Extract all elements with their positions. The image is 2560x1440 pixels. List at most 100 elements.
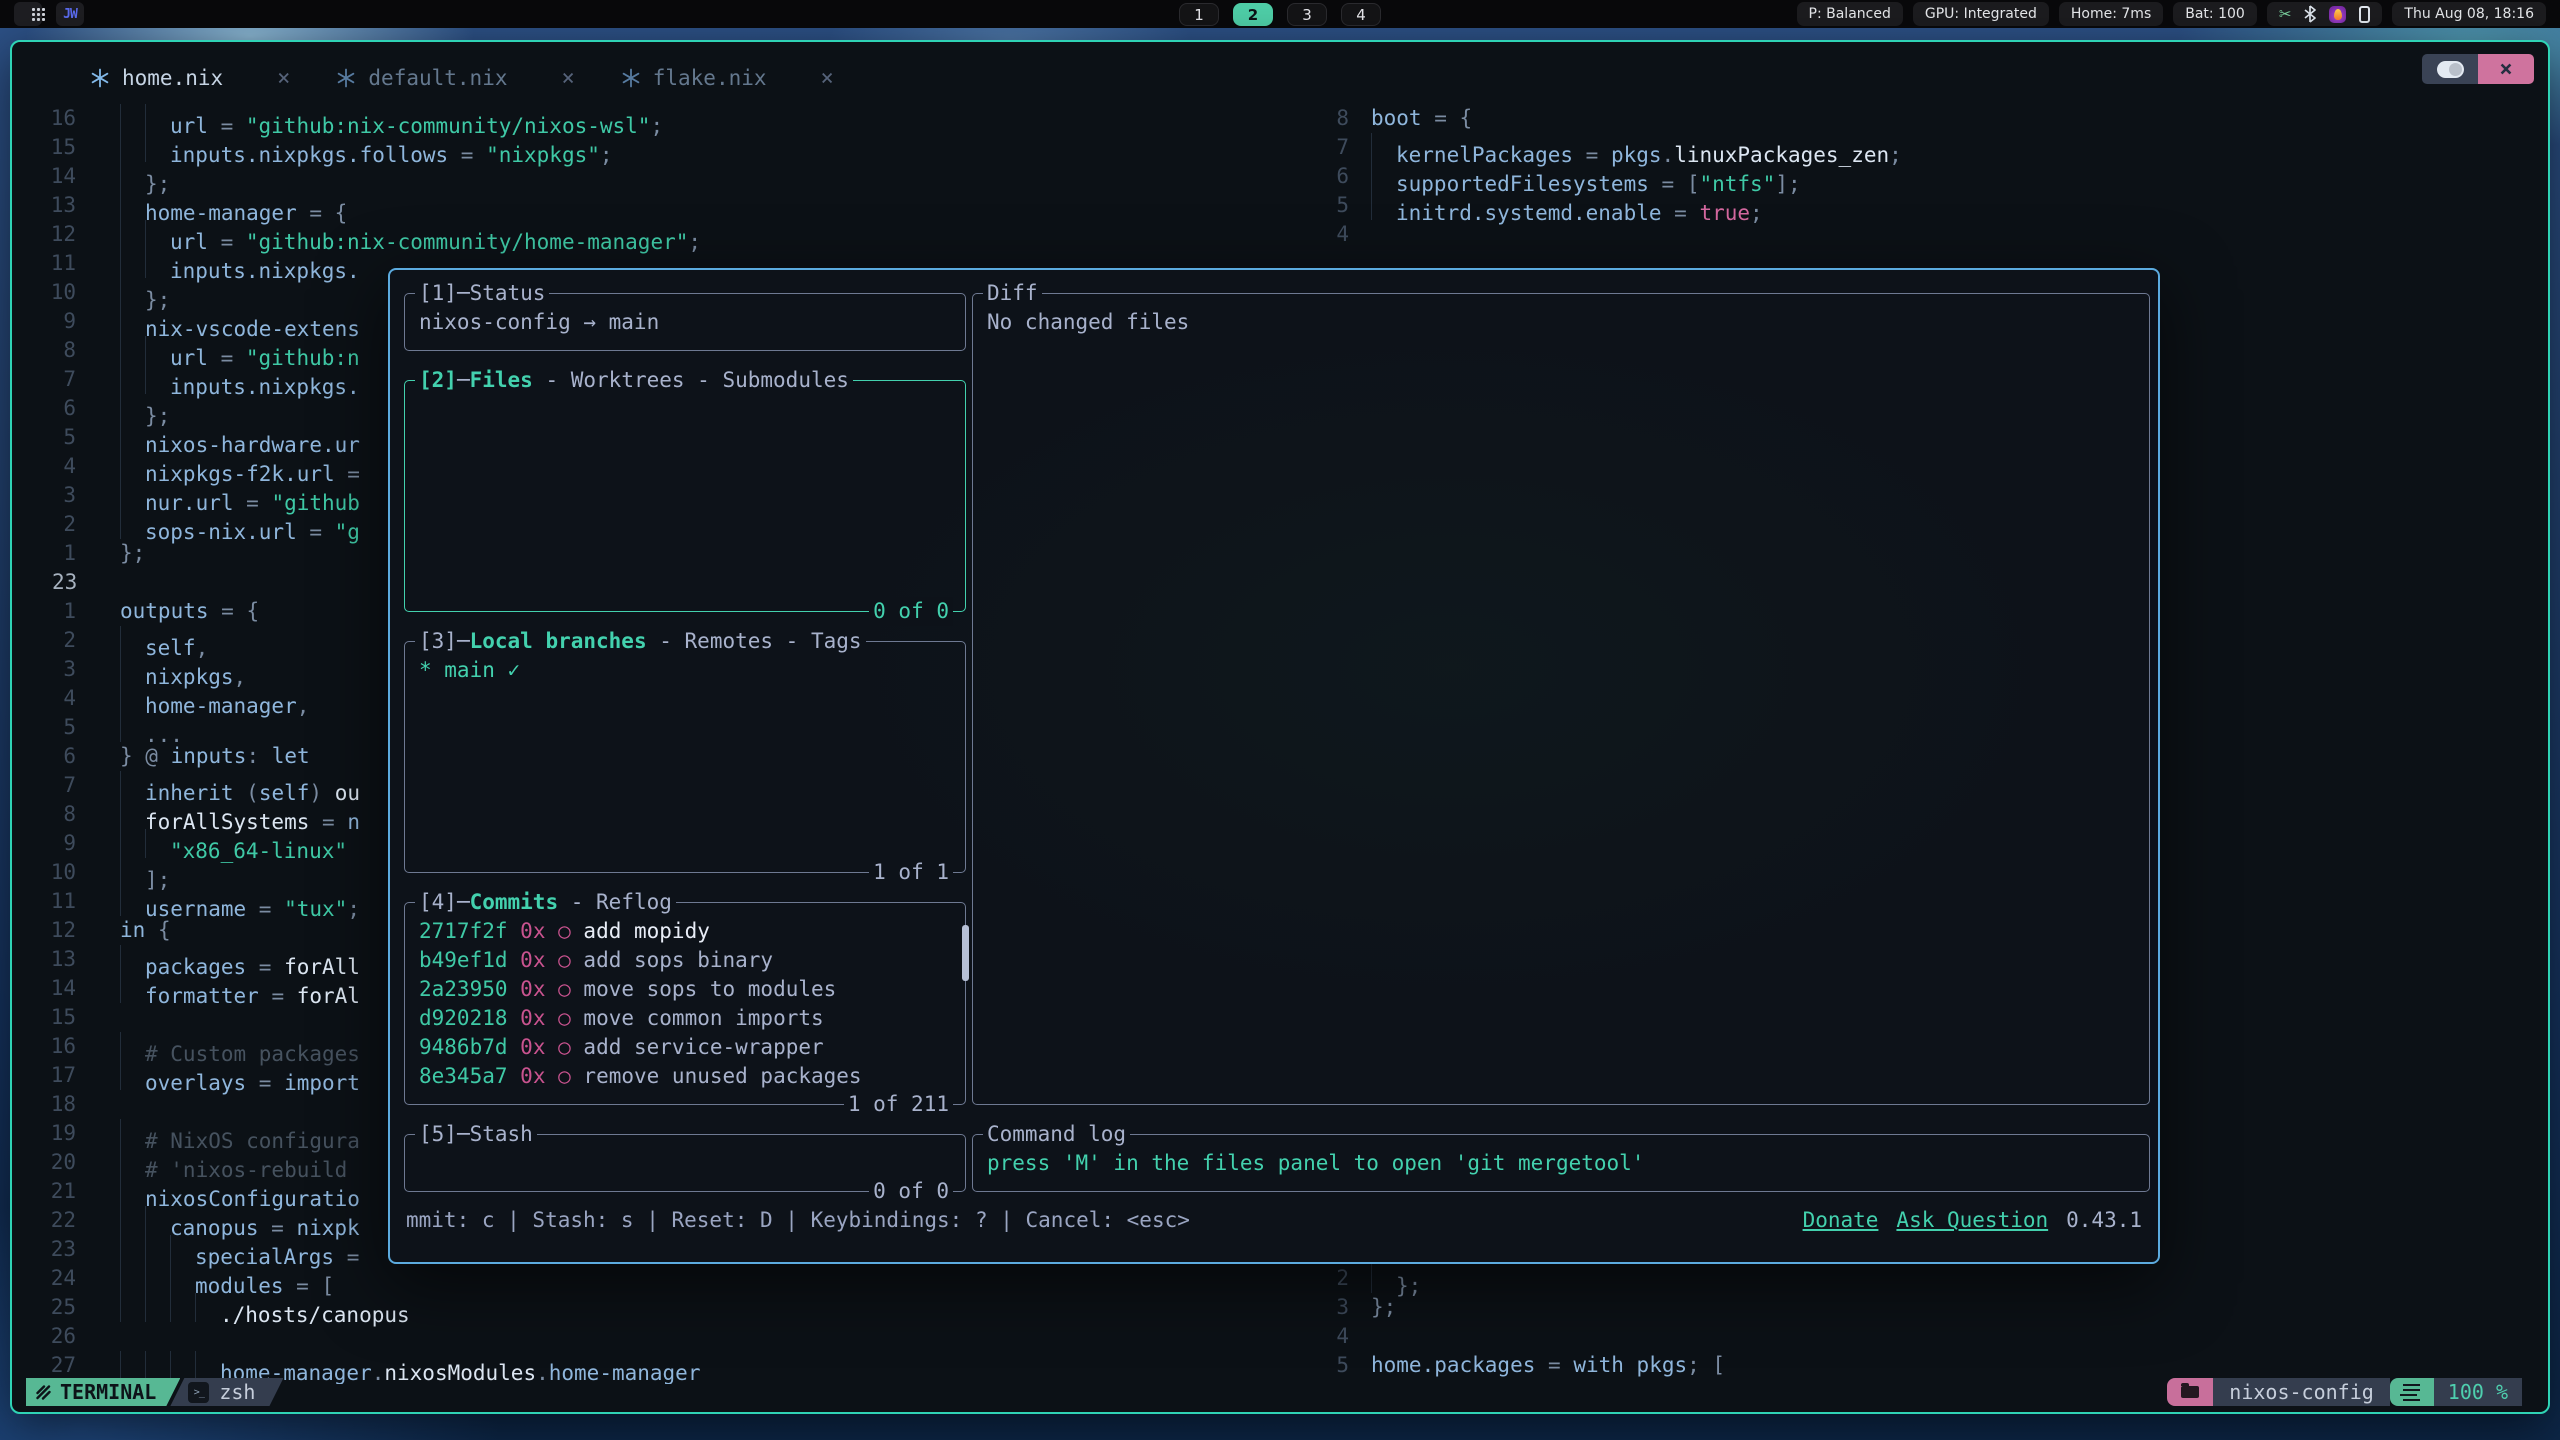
tab-close-icon[interactable]: × <box>277 66 290 91</box>
tab-filename: flake.nix <box>653 66 767 90</box>
list-segment <box>2390 1378 2434 1406</box>
editor-tab[interactable]: home.nix × <box>90 66 336 91</box>
lazygit-stash-panel[interactable]: [5]─Stash 0 of 0 <box>404 1134 966 1192</box>
status-pill: Home: 7ms <box>2059 2 2163 26</box>
line-number: 9 <box>12 829 96 858</box>
tab-list: home.nix × <box>90 66 880 91</box>
right-pane-bottom-code: 2};3};45home.packages = with pkgs; [ <box>1325 1264 2548 1380</box>
tab-filename: default.nix <box>368 66 507 90</box>
ask-question-link[interactable]: Ask Question <box>1896 1206 2048 1235</box>
zellij-status-bar: TERMINAL >_ zsh nixos-config 100 % <box>26 1378 2522 1406</box>
line-number: 4 <box>1325 1322 1359 1351</box>
line-number: 8 <box>12 336 96 365</box>
line-number: 21 <box>12 1177 96 1206</box>
donate-link[interactable]: Donate <box>1803 1206 1879 1235</box>
commit-row[interactable]: 2a23950 0x ○ move sops to modules <box>419 975 953 1004</box>
lazygit-branches-panel[interactable]: [3]─Local branches - Remotes - Tags * ma… <box>404 641 966 873</box>
code-line: 25./hosts/canopus <box>12 1293 1325 1322</box>
lazygit-version: 0.43.1 <box>2066 1206 2142 1235</box>
terminal-prompt-icon: >_ <box>188 1382 209 1403</box>
lazygit-diff-panel[interactable]: Diff No changed files <box>972 293 2150 1105</box>
line-number: 5 <box>12 423 96 452</box>
lazygit-floating-pane: [1]─Status nixos-config → main [2]─Files… <box>388 268 2160 1264</box>
folder-segment <box>2167 1378 2213 1406</box>
tab-close-icon[interactable]: × <box>561 66 574 91</box>
code-line: 5home.packages = with pkgs; [ <box>1325 1351 2548 1380</box>
panel-title: Status <box>470 279 546 308</box>
lazygit-command-log-panel[interactable]: Command log press 'M' in the files panel… <box>972 1134 2150 1192</box>
list-lines-icon <box>2403 1384 2420 1387</box>
workspace-button[interactable]: 3 <box>1287 3 1327 26</box>
status-pill-group: P: Balanced GPU: Integrated Home: 7ms Ba… <box>1797 2 2257 26</box>
commit-row[interactable]: d920218 0x ○ move common imports <box>419 1004 953 1033</box>
lazygit-files-panel[interactable]: [2]─Files - Worktrees - Submodules 0 of … <box>404 380 966 612</box>
phone-tray-icon[interactable] <box>2359 6 2370 23</box>
status-pill: P: Balanced <box>1797 2 1903 26</box>
fire-tray-icon[interactable] <box>2329 6 2346 23</box>
panel-title: Files <box>470 366 533 395</box>
line-number: 3 <box>12 655 96 684</box>
line-number: 2 <box>1325 1264 1359 1293</box>
shell-tab-segment[interactable]: >_ zsh <box>170 1378 283 1406</box>
tab-filename: home.nix <box>122 66 223 90</box>
toggle-knob-icon <box>2437 61 2464 78</box>
line-number: 20 <box>12 1148 96 1177</box>
panel-title: Diff <box>987 279 1038 308</box>
commits-scrollbar-thumb[interactable] <box>962 925 969 981</box>
line-number: 23 <box>12 568 97 597</box>
logo-button[interactable]: JW <box>56 2 84 26</box>
line-number: 14 <box>12 974 96 1003</box>
scissors-tray-icon[interactable]: ✂ <box>2279 7 2292 22</box>
line-number: 4 <box>12 684 96 713</box>
editor-tab[interactable]: default.nix × <box>336 66 620 91</box>
workspace-button[interactable]: 4 <box>1341 3 1381 26</box>
line-number: 15 <box>12 1003 96 1032</box>
line-number: 6 <box>1325 162 1359 191</box>
commit-row[interactable]: 2717f2f 0x ○ add mopidy <box>419 917 953 946</box>
code-line: 13home-manager = { <box>12 191 1325 220</box>
line-number: 1 <box>12 597 96 626</box>
line-number: 3 <box>1325 1293 1359 1322</box>
line-number: 15 <box>12 133 96 162</box>
code-line: 7kernelPackages = pkgs.linuxPackages_zen… <box>1325 133 2548 162</box>
line-number: 12 <box>12 916 96 945</box>
folder-icon <box>2181 1386 2199 1398</box>
system-top-bar: JW 1 2 3 4 P: Balanced GPU: Integrated H… <box>0 0 2560 28</box>
line-number: 11 <box>12 249 96 278</box>
commit-row[interactable]: b49ef1d 0x ○ add sops binary <box>419 946 953 975</box>
status-pill: GPU: Integrated <box>1913 2 2049 26</box>
line-number: 16 <box>12 1032 96 1061</box>
app-launcher-button[interactable] <box>14 2 42 26</box>
line-number: 1 <box>12 539 96 568</box>
window-close-button[interactable]: × <box>2478 54 2534 84</box>
code-line: 12url = "github:nix-community/home-manag… <box>12 220 1325 249</box>
workspace-button[interactable]: 2 <box>1233 3 1273 26</box>
editor-tab[interactable]: flake.nix × <box>621 66 880 91</box>
system-tray: ✂ <box>2267 2 2383 26</box>
jw-logo-icon: JW <box>59 7 81 22</box>
diff-content: No changed files <box>973 294 2149 337</box>
commit-list: 2717f2f 0x ○ add mopidyb49ef1d 0x ○ add … <box>405 903 965 1091</box>
commit-row[interactable]: 9486b7d 0x ○ add service-wrapper <box>419 1033 953 1062</box>
line-number: 25 <box>12 1293 96 1322</box>
commit-row[interactable]: 8e345a7 0x ○ remove unused packages <box>419 1062 953 1091</box>
nix-snowflake-icon <box>90 68 110 88</box>
right-pane-top-code: 8boot = {7kernelPackages = pkgs.linuxPac… <box>1325 104 2548 249</box>
bluetooth-icon[interactable] <box>2304 5 2316 23</box>
window-toggle-button[interactable] <box>2422 54 2478 84</box>
line-number: 22 <box>12 1206 96 1235</box>
editor-tab-bar: home.nix × <box>12 42 2548 98</box>
lazygit-status-panel[interactable]: [1]─Status nixos-config → main <box>404 293 966 351</box>
line-number: 18 <box>12 1090 96 1119</box>
lazygit-commits-panel[interactable]: [4]─Commits - Reflog 2717f2f 0x ○ add mo… <box>404 902 966 1105</box>
panel-title: Command log <box>987 1120 1126 1149</box>
terminal-mode-segment: TERMINAL <box>26 1378 180 1406</box>
branches-count: 1 of 1 <box>869 858 953 887</box>
tab-close-icon[interactable]: × <box>821 66 834 91</box>
line-number: 6 <box>12 742 96 771</box>
status-pill: Bat: 100 <box>2173 2 2257 26</box>
line-number: 16 <box>12 104 96 133</box>
shell-label: zsh <box>219 1380 255 1404</box>
workspace-button[interactable]: 1 <box>1179 3 1219 26</box>
line-number: 14 <box>12 162 96 191</box>
